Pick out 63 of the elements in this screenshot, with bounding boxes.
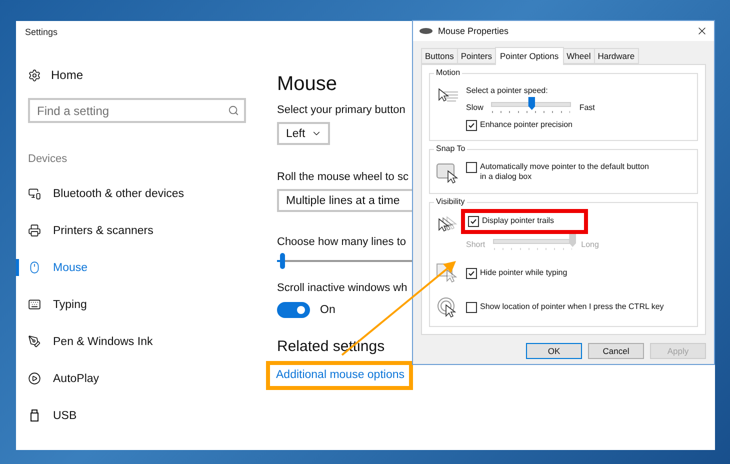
- speed-label: Select a pointer speed:: [466, 86, 549, 95]
- settings-icon: [28, 68, 41, 82]
- dropdown[interactable]: Left: [277, 122, 330, 145]
- checkbox-label[interactable]: Show location of pointer when I press the CTRL key: [480, 302, 664, 312]
- checkbox-label[interactable]: Enhance pointer precision: [480, 120, 573, 130]
- printer-icon: [28, 224, 41, 237]
- checkbox[interactable]: [466, 162, 477, 173]
- sidebar-item[interactable]: AutoPlay: [16, 360, 266, 397]
- sidebar-item[interactable]: Printers & scanners: [16, 212, 266, 249]
- window-title: Mouse Properties: [438, 26, 510, 36]
- sidebar-item[interactable]: Mouse: [16, 249, 266, 286]
- tab[interactable]: Pointer Options: [495, 47, 564, 65]
- setting-label: Choose how many lines to: [277, 236, 408, 248]
- button-pointer-icon: [436, 162, 460, 184]
- usb-drive-icon: [28, 409, 41, 422]
- close-icon[interactable]: [696, 25, 708, 37]
- tab[interactable]: Hardware: [594, 48, 639, 64]
- checkbox[interactable]: [466, 302, 477, 312]
- checkbox-label[interactable]: Automatically move pointer to the default button in a dialog box: [480, 162, 656, 182]
- checkbox[interactable]: [466, 268, 477, 278]
- setting-label: Select your primary button: [277, 104, 406, 116]
- group-title: Visibility: [434, 197, 467, 206]
- search-field[interactable]: Find a setting: [28, 98, 246, 123]
- dialog-button[interactable]: Cancel: [588, 343, 644, 359]
- search-icon: [228, 105, 239, 116]
- checkbox[interactable]: [468, 216, 479, 227]
- group-title: Motion: [434, 68, 462, 77]
- group-title: Snap To: [434, 144, 468, 153]
- tab[interactable]: Wheel: [562, 48, 595, 64]
- page-heading: Mouse: [277, 73, 338, 96]
- dialog-button[interactable]: OK: [526, 343, 582, 359]
- sidebar-item[interactable]: Pen & Windows Ink: [16, 323, 266, 360]
- setting-label: Scroll inactive windows wh: [277, 282, 408, 294]
- checkmark-icon: [470, 218, 477, 225]
- sidebar-item[interactable]: USB: [16, 397, 266, 434]
- devices-icon: [28, 187, 41, 200]
- sidebar-item[interactable]: Typing: [16, 286, 266, 323]
- checkbox-label[interactable]: Hide pointer while typing: [480, 268, 568, 278]
- long-label: Long: [581, 240, 599, 249]
- tab[interactable]: Buttons: [421, 48, 458, 64]
- checkbox[interactable]: [466, 120, 477, 131]
- window-title: Settings: [25, 27, 58, 39]
- additional-options-link[interactable]: Additional mouse options: [276, 369, 404, 381]
- setting-label: Roll the mouse wheel to sc: [277, 171, 410, 183]
- fast-label: Fast: [579, 103, 595, 112]
- home-nav-item[interactable]: Home: [16, 65, 266, 85]
- mouse-icon: [419, 27, 433, 35]
- checkmark-icon: [468, 270, 475, 276]
- mouse-icon: [28, 261, 41, 274]
- checkmark-icon: [468, 122, 475, 129]
- sidebar-item[interactable]: Bluetooth & other devices: [16, 175, 266, 212]
- toggle-switch[interactable]: [277, 302, 310, 318]
- play-circle-icon: [28, 372, 41, 385]
- checkbox-label[interactable]: Display pointer trails: [482, 216, 554, 226]
- slow-label: Slow: [466, 103, 484, 112]
- keyboard-icon: [28, 298, 41, 311]
- pen-icon: [28, 335, 41, 348]
- tab[interactable]: Pointers: [456, 48, 496, 64]
- slider-thumb[interactable]: [280, 253, 284, 269]
- slider-thumb[interactable]: [528, 97, 536, 110]
- toggle-state: On: [320, 304, 336, 316]
- short-label: Short: [466, 240, 486, 249]
- section-heading: Devices: [28, 153, 68, 165]
